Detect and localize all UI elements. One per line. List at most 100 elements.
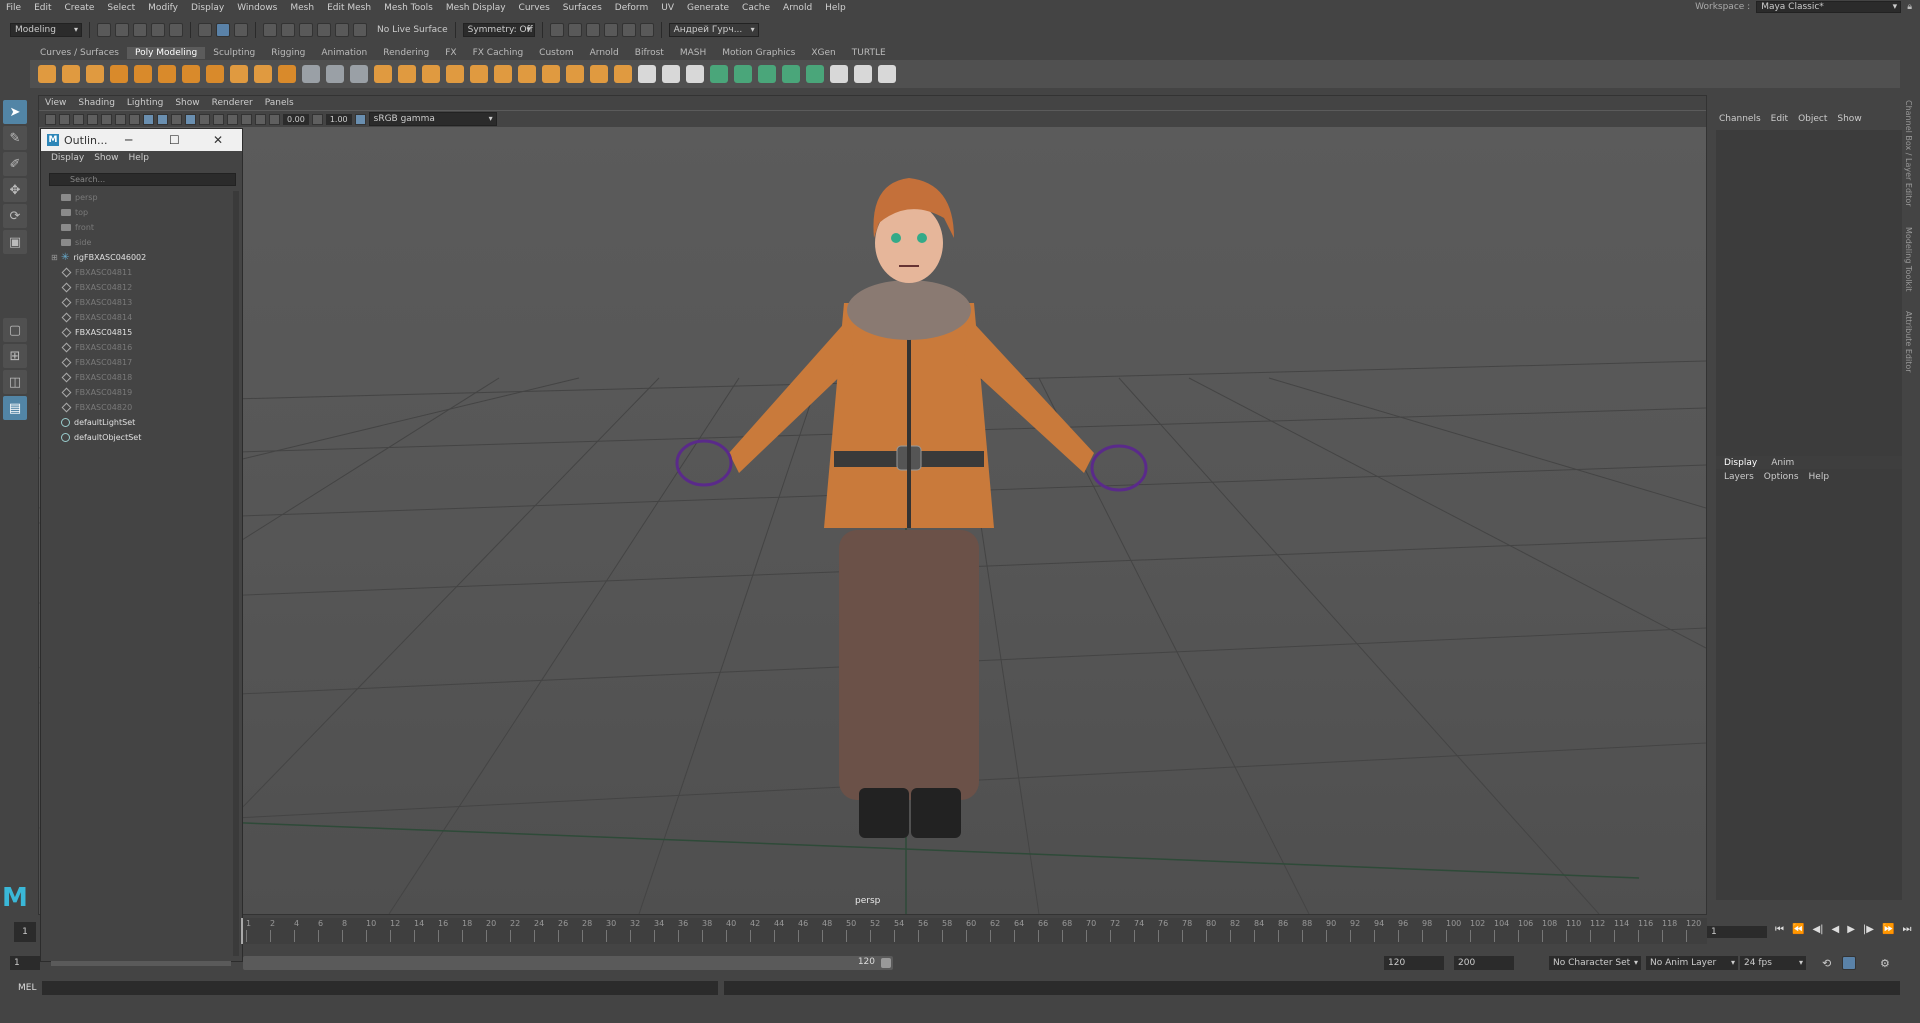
camera-attributes-icon[interactable] — [59, 113, 70, 125]
resolution-gate-icon[interactable] — [129, 113, 140, 125]
user-account-dropdown[interactable]: Андрей Гурч... — [668, 23, 759, 37]
triangulate-icon[interactable] — [590, 65, 608, 83]
layer-menu-item[interactable]: Help — [1809, 472, 1830, 482]
playhead[interactable] — [241, 918, 243, 944]
menu-item[interactable]: Create — [65, 3, 95, 13]
outliner-item[interactable]: top — [41, 205, 231, 220]
play-backward-icon[interactable]: ◀ — [1832, 924, 1840, 935]
fill-hole-icon[interactable] — [566, 65, 584, 83]
outliner-item[interactable]: FBXASC04814 — [41, 310, 231, 325]
layer-tab[interactable]: Display — [1724, 458, 1757, 468]
menu-item[interactable]: Edit — [34, 3, 51, 13]
menu-set-dropdown[interactable]: Modeling — [10, 23, 82, 37]
mirror-geometry-icon[interactable] — [422, 65, 440, 83]
uv-editor-icon[interactable] — [830, 65, 848, 83]
shelf-tab[interactable]: TURTLE — [844, 47, 894, 59]
shelf-tab[interactable]: Poly Modeling — [126, 47, 206, 59]
layer-menu-item[interactable]: Options — [1764, 472, 1799, 482]
shelf-tab[interactable]: Rendering — [375, 47, 437, 59]
select-tool-icon[interactable]: ➤ — [3, 100, 27, 124]
select-hierarchy-icon[interactable] — [198, 23, 212, 37]
merge-icon[interactable] — [782, 65, 800, 83]
live-surface-label[interactable]: No Live Surface — [377, 25, 448, 35]
target-weld-icon[interactable] — [854, 65, 872, 83]
timeline-left-field[interactable]: 1 — [14, 922, 36, 942]
outliner-item[interactable]: FBXASC04811 — [41, 265, 231, 280]
paint-select-icon[interactable]: ✐ — [3, 152, 27, 176]
render-settings-icon[interactable] — [585, 23, 600, 37]
wireframe-icon[interactable] — [143, 113, 154, 125]
menu-item[interactable]: Cache — [742, 3, 770, 13]
mirror-icon[interactable] — [350, 65, 368, 83]
viewport-menu-item[interactable]: Panels — [265, 98, 294, 108]
outliner-item[interactable]: FBXASC04813 — [41, 295, 231, 310]
retopologize-icon[interactable] — [542, 65, 560, 83]
menu-item[interactable]: Mesh Tools — [384, 3, 433, 13]
step-forward-frame-icon[interactable]: |▶ — [1863, 924, 1874, 935]
redo-icon[interactable] — [169, 23, 183, 37]
lights-icon[interactable] — [185, 113, 196, 125]
snap-point-icon[interactable] — [299, 23, 313, 37]
extrude-icon[interactable] — [710, 65, 728, 83]
two-view-icon[interactable]: ◫ — [3, 370, 27, 394]
command-input[interactable] — [42, 981, 718, 995]
super-shape-icon[interactable] — [230, 65, 248, 83]
isolate-select-icon[interactable] — [241, 113, 252, 125]
grid-icon[interactable] — [101, 113, 112, 125]
ipr-render-icon[interactable] — [567, 23, 582, 37]
outliner-menu-item[interactable]: Display — [51, 153, 84, 167]
outliner-titlebar[interactable]: M Outlin... ─ ☐ ✕ — [41, 129, 242, 151]
multi-cut-icon[interactable] — [638, 65, 656, 83]
poly-disc-icon[interactable] — [182, 65, 200, 83]
outliner-hscrollbar[interactable] — [51, 961, 231, 966]
animation-prefs-icon[interactable]: ⚙ — [1880, 957, 1890, 970]
bookmark-icon[interactable] — [73, 113, 84, 125]
bevel-icon[interactable] — [686, 65, 704, 83]
channel-box-menu-item[interactable]: Edit — [1771, 114, 1788, 124]
outliner-item[interactable]: FBXASC04818 — [41, 370, 231, 385]
command-language-label[interactable]: MEL — [18, 983, 36, 993]
outliner-item[interactable]: FBXASC04819 — [41, 385, 231, 400]
character-set-dropdown[interactable]: No Character Set — [1549, 956, 1641, 970]
poly-cube-icon[interactable] — [62, 65, 80, 83]
separate-icon[interactable] — [398, 65, 416, 83]
shelf-tab[interactable]: Arnold — [582, 47, 627, 59]
menu-item[interactable]: Arnold — [783, 3, 812, 13]
go-to-start-icon[interactable]: ⏮ — [1775, 924, 1784, 935]
svg-icon[interactable] — [278, 65, 296, 83]
snap-curve-icon[interactable] — [281, 23, 295, 37]
range-start-field[interactable]: 1 — [10, 956, 40, 970]
time-slider[interactable]: 1 2 4 6 8 10 12 14 16 18 20 22 24 26 28 30 32 34 36 38 40 42 4… — [240, 918, 1707, 944]
shelf-tab[interactable]: Curves / Surfaces — [32, 47, 127, 59]
edge-loop-icon[interactable] — [662, 65, 680, 83]
shelf-tab[interactable]: Rigging — [263, 47, 313, 59]
shadows-icon[interactable] — [199, 113, 210, 125]
outliner-item[interactable]: ⊞ ✳ rigFBXASC046002 — [41, 250, 231, 265]
xray-icon[interactable] — [255, 113, 266, 125]
outliner-search-input[interactable]: Search... — [49, 173, 236, 186]
channel-box-menu-item[interactable]: Show — [1837, 114, 1861, 124]
text-icon[interactable] — [254, 65, 272, 83]
hypershade-icon[interactable] — [603, 23, 618, 37]
color-space-dropdown[interactable]: sRGB gamma — [368, 112, 497, 126]
outliner-item[interactable]: front — [41, 220, 231, 235]
shelf-tab[interactable]: FX Caching — [465, 47, 532, 59]
step-back-key-icon[interactable]: ⏪ — [1792, 924, 1804, 935]
anim-layer-dropdown[interactable]: No Anim Layer — [1646, 956, 1738, 970]
fps-dropdown[interactable]: 24 fps — [1740, 956, 1806, 970]
move-tool-icon[interactable]: ✥ — [3, 178, 27, 202]
wedge-icon[interactable] — [806, 65, 824, 83]
menu-item[interactable]: Modify — [148, 3, 178, 13]
viewport-canvas[interactable] — [38, 128, 1707, 915]
shelf-tab[interactable]: Animation — [313, 47, 375, 59]
menu-item[interactable]: Curves — [519, 3, 550, 13]
outliner-layout-icon[interactable]: ▤ — [3, 396, 27, 420]
anti-aliasing-icon[interactable] — [227, 113, 238, 125]
shelf-tab[interactable]: Sculpting — [205, 47, 263, 59]
new-scene-icon[interactable] — [97, 23, 111, 37]
ambient-occlusion-icon[interactable] — [213, 113, 224, 125]
smooth-mesh-icon[interactable] — [326, 65, 344, 83]
layer-editor-area[interactable] — [1716, 502, 1902, 900]
step-back-frame-icon[interactable]: ◀| — [1812, 924, 1823, 935]
save-scene-icon[interactable] — [133, 23, 147, 37]
